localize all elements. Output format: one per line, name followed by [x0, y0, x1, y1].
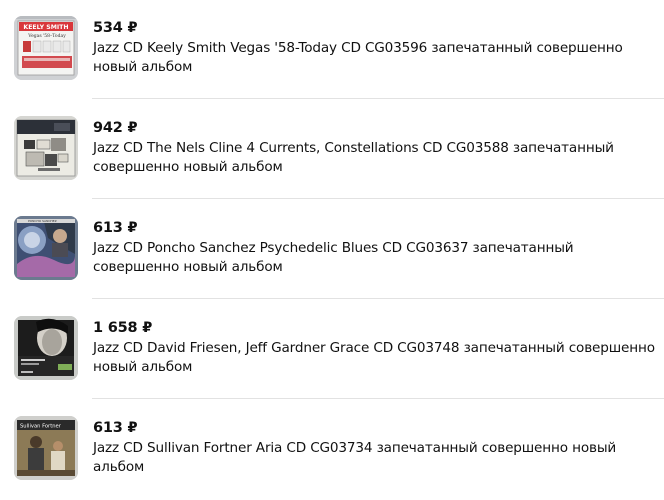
- price-label: 613 ₽: [93, 220, 138, 236]
- listing-title-link[interactable]: Jazz CD Keely Smith Vegas '58-Today CD C…: [93, 39, 659, 77]
- listing-list: KEELY SMITH Vegas '58–Today 534 ₽ Jazz C…: [0, 0, 664, 500]
- price-label: 942 ₽: [93, 120, 138, 136]
- listing-title-link[interactable]: Jazz CD Sullivan Fortner Aria CD CG03734…: [93, 439, 659, 477]
- cover-title-text: Sullivan Fortner: [20, 424, 62, 430]
- listing-item[interactable]: 1 658 ₽ Jazz CD David Friesen, Jeff Gard…: [0, 300, 664, 400]
- listing-item[interactable]: Sullivan Fortner 613 ₽ Jazz CD Sullivan …: [0, 400, 664, 500]
- price-label: 1 658 ₽: [93, 320, 153, 336]
- cover-title-text: KEELY SMITH: [23, 24, 68, 31]
- nels-cline-cover-icon[interactable]: [14, 116, 78, 180]
- listing-title-link[interactable]: Jazz CD Poncho Sanchez Psychedelic Blues…: [93, 239, 659, 277]
- poncho-sanchez-cover-icon[interactable]: PONCHO SANCHEZ: [14, 216, 78, 280]
- price-label: 534 ₽: [93, 20, 138, 36]
- sullivan-fortner-cover-icon[interactable]: Sullivan Fortner: [14, 416, 78, 480]
- listing-item[interactable]: 942 ₽ Jazz CD The Nels Cline 4 Currents,…: [0, 100, 664, 200]
- david-friesen-cover-icon[interactable]: [14, 316, 78, 380]
- listing-item[interactable]: PONCHO SANCHEZ 613 ₽ Jazz CD Poncho Sanc…: [0, 200, 664, 300]
- listing-item[interactable]: KEELY SMITH Vegas '58–Today 534 ₽ Jazz C…: [0, 0, 664, 100]
- svg-text:PONCHO SANCHEZ: PONCHO SANCHEZ: [28, 219, 57, 223]
- cover-subtitle-text: Vegas '58–Today: [27, 33, 66, 39]
- listing-title-link[interactable]: Jazz CD The Nels Cline 4 Currents, Const…: [93, 139, 659, 177]
- price-label: 613 ₽: [93, 420, 138, 436]
- keely-smith-cover-icon[interactable]: KEELY SMITH Vegas '58–Today: [14, 16, 78, 80]
- listing-title-link[interactable]: Jazz CD David Friesen, Jeff Gardner Grac…: [93, 339, 659, 377]
